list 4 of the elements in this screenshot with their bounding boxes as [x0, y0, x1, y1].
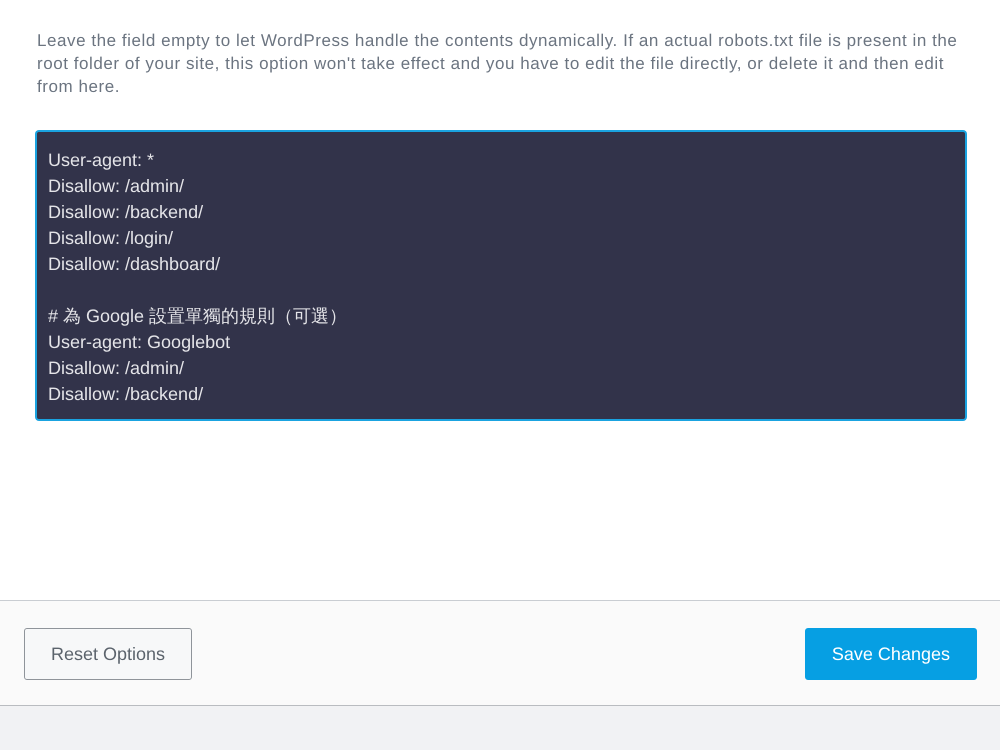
robots-txt-editor[interactable]: User-agent: * Disallow: /admin/ Disallow: /backend/ Disallow: /login/ Disallow: /dashboard/ # 為 Google 設置單獨的規則（可選） User-agent: Googlebot Disallow: /admin/ Disallow: /backend/	[36, 131, 966, 420]
reset-button[interactable]: Reset Options	[24, 628, 192, 680]
save-button[interactable]: Save Changes	[804, 628, 977, 680]
description-text: Leave the field empty to let WordPress handle the contents dynamically. If an actual robots.txt file is present in the root folder of your site, this option won't take effect and you have to edit the file directly, or delete it and then edit from here.	[37, 30, 958, 98]
